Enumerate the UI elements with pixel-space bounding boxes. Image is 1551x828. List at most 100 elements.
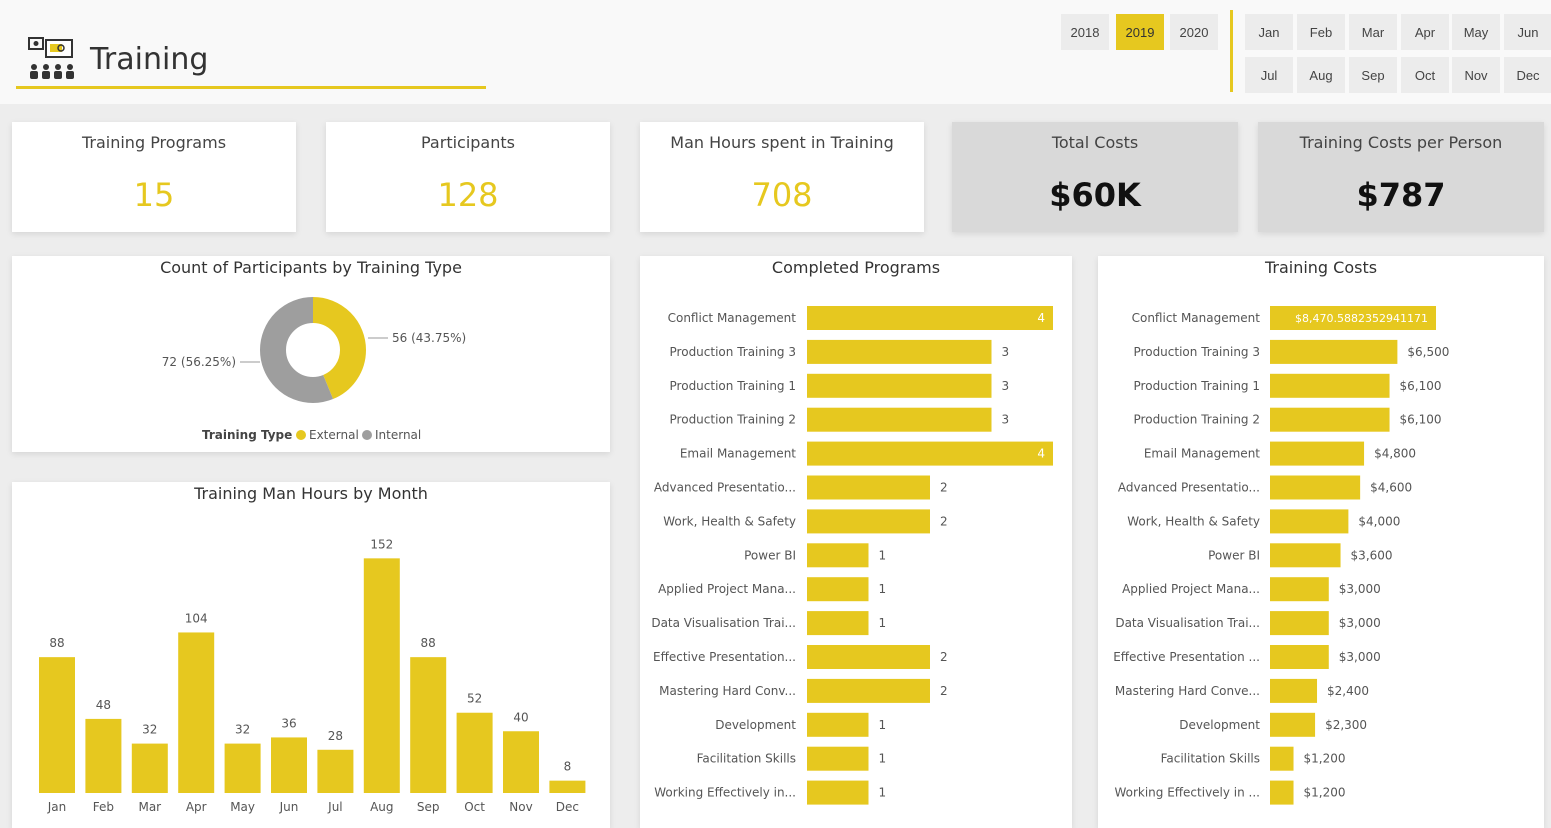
x-tick-label: Oct <box>464 800 485 814</box>
category-label: Working Effectively in ... <box>1114 786 1260 800</box>
bar-row[interactable] <box>807 780 869 805</box>
month-button-nov[interactable]: Nov <box>1452 57 1500 93</box>
bar-value-label: 4 <box>1037 311 1045 325</box>
completed-programs-panel: Completed Programs Conflict Management 4 P… <box>640 256 1072 828</box>
training-costs-chart: Conflict Management $8,470.5882352941171 P… <box>1113 306 1449 805</box>
kpi-value: $787 <box>1356 176 1446 214</box>
month-button-jun[interactable]: Jun <box>1504 14 1551 50</box>
bar-row[interactable] <box>1270 645 1329 669</box>
bar-value-label: $2,300 <box>1325 718 1367 732</box>
category-label: Advanced Presentatio... <box>654 481 796 495</box>
bar-value-label: 88 <box>421 636 436 650</box>
month-button-may[interactable]: May <box>1452 14 1500 50</box>
bar-value-label: 104 <box>185 611 208 625</box>
bar-oct[interactable] <box>456 712 493 793</box>
completed-programs-chart: Conflict Management 4 Production Training … <box>651 306 1053 805</box>
bar-apr[interactable] <box>178 632 215 793</box>
year-button-2020[interactable]: 2020 <box>1170 14 1218 50</box>
bar-row[interactable] <box>1270 339 1398 364</box>
category-label: Data Visualisation Trai... <box>651 616 796 630</box>
category-label: Power BI <box>1208 548 1260 562</box>
bar-value-label: $3,000 <box>1339 650 1381 664</box>
bar-sep[interactable] <box>410 657 447 793</box>
year-button-2019[interactable]: 2019 <box>1116 14 1164 50</box>
bar-row[interactable] <box>807 441 1053 466</box>
bar-value-label: $3,600 <box>1351 548 1393 562</box>
category-label: Applied Project Mana... <box>1122 582 1260 596</box>
bar-may[interactable] <box>224 743 261 793</box>
bar-row[interactable] <box>1270 373 1390 398</box>
bar-row[interactable] <box>1270 407 1390 432</box>
category-label: Email Management <box>680 447 796 461</box>
bar-row[interactable] <box>1270 678 1318 703</box>
month-button-sep[interactable]: Sep <box>1349 57 1397 93</box>
month-button-feb[interactable]: Feb <box>1297 14 1345 50</box>
legend-swatch-internal <box>362 430 372 440</box>
bar-row[interactable] <box>807 577 869 602</box>
bar-value-label: 32 <box>142 723 157 737</box>
bar-row[interactable] <box>807 407 992 432</box>
category-label: Development <box>1179 718 1260 732</box>
bar-row[interactable] <box>807 373 992 398</box>
category-label: Production Training 1 <box>670 379 796 393</box>
month-button-aug[interactable]: Aug <box>1297 57 1345 93</box>
bar-aug[interactable] <box>363 558 400 793</box>
month-button-apr[interactable]: Apr <box>1401 14 1449 50</box>
bar-row[interactable] <box>1270 577 1329 602</box>
month-button-jul[interactable]: Jul <box>1245 57 1293 93</box>
kpi-value: 128 <box>437 176 499 214</box>
bar-jul[interactable] <box>317 749 354 793</box>
bar-row[interactable] <box>807 611 869 636</box>
category-label: Advanced Presentatio... <box>1118 481 1260 495</box>
year-button-2018[interactable]: 2018 <box>1061 14 1109 50</box>
x-tick-label: Sep <box>417 800 440 814</box>
month-button-oct[interactable]: Oct <box>1401 57 1449 93</box>
bar-jun[interactable] <box>271 737 307 793</box>
bar-value-label: $3,000 <box>1339 582 1381 596</box>
bar-feb[interactable] <box>85 718 122 793</box>
month-bar-panel: Training Man Hours by Month 88 Jan 48 Feb 32… <box>12 482 610 828</box>
bar-dec[interactable] <box>549 780 586 793</box>
kpi-value: 15 <box>133 176 175 214</box>
bar-row[interactable] <box>1270 746 1294 771</box>
bar-value-label: 1 <box>879 786 887 800</box>
bar-row[interactable] <box>1270 475 1361 500</box>
x-tick-label: Jun <box>279 800 299 814</box>
bar-value-label: 2 <box>940 514 948 528</box>
slicer-divider <box>1230 10 1233 92</box>
bar-nov[interactable] <box>503 731 539 793</box>
bar-row[interactable] <box>1270 780 1294 805</box>
kpi-value: 708 <box>751 176 813 214</box>
x-tick-label: Aug <box>370 800 393 814</box>
x-tick-label: Jan <box>47 800 67 814</box>
x-tick-label: May <box>230 800 255 814</box>
bar-row[interactable] <box>1270 441 1365 466</box>
bar-row[interactable] <box>1270 611 1329 636</box>
bar-row[interactable] <box>807 712 869 737</box>
month-button-dec[interactable]: Dec <box>1504 57 1551 93</box>
kpi-title: Training Programs <box>81 133 227 152</box>
bar-jan[interactable] <box>39 657 75 793</box>
bar-row[interactable] <box>807 543 869 568</box>
month-button-jan[interactable]: Jan <box>1245 14 1293 50</box>
bar-row[interactable] <box>807 475 930 500</box>
bar-row[interactable] <box>807 509 930 534</box>
bar-value-label: 52 <box>467 692 482 706</box>
bar-row[interactable] <box>807 306 1053 330</box>
category-label: Conflict Management <box>668 311 797 325</box>
bar-row[interactable] <box>807 339 992 364</box>
category-label: Applied Project Mana... <box>658 582 796 596</box>
legend-title: Training Type <box>202 428 292 442</box>
bar-row[interactable] <box>1270 712 1316 737</box>
bar-mar[interactable] <box>131 743 168 793</box>
bar-row[interactable] <box>1270 543 1341 568</box>
month-button-mar[interactable]: Mar <box>1349 14 1397 50</box>
bar-row[interactable] <box>807 678 930 703</box>
bar-row[interactable] <box>1270 509 1349 534</box>
x-tick-label: Mar <box>138 800 161 814</box>
bar-row[interactable] <box>807 645 930 669</box>
x-tick-label: Feb <box>93 800 114 814</box>
bar-row[interactable] <box>807 746 869 771</box>
bar-value-label: 1 <box>879 752 887 766</box>
bar-value-label: $6,100 <box>1400 413 1442 427</box>
